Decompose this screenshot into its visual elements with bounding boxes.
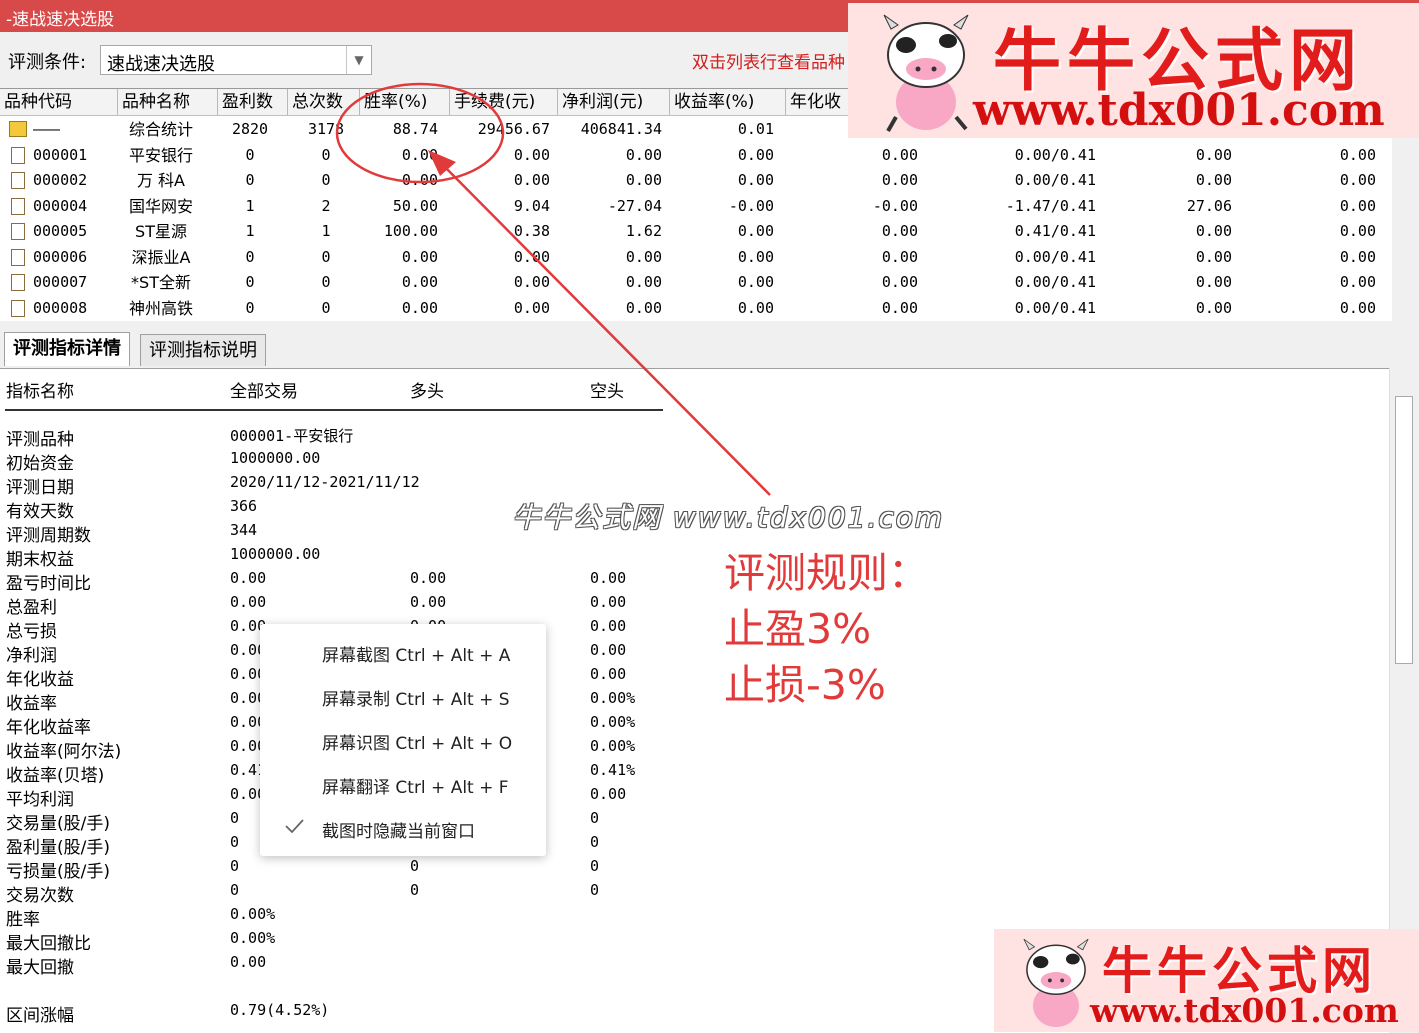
menu-item-record[interactable]: 屏幕录制 Ctrl + Alt + S — [260, 674, 546, 718]
logo-url: www.tdx001.com — [973, 85, 1385, 136]
cow-mascot-icon — [883, 14, 969, 132]
menu-item-label: 屏幕翻译 Ctrl + Alt + F — [322, 778, 509, 798]
cow-mascot-icon — [1023, 938, 1089, 1028]
site-logo-bottom: 牛牛公式网 www.tdx001.com — [994, 929, 1419, 1032]
site-logo-top: 牛牛公式网 www.tdx001.com — [848, 3, 1419, 138]
watermark: 牛牛公式网 www.tdx001.com — [512, 501, 945, 534]
menu-item-label: 屏幕截图 Ctrl + Alt + A — [322, 646, 511, 666]
menu-item-ocr[interactable]: 屏幕识图 Ctrl + Alt + O — [260, 718, 546, 762]
rule-annotation: 评测规则： 止盈3% 止损-3% — [724, 545, 929, 713]
menu-item-translate[interactable]: 屏幕翻译 Ctrl + Alt + F — [260, 762, 546, 806]
menu-item-label: 截图时隐藏当前窗口 — [322, 822, 475, 842]
check-icon — [285, 819, 304, 834]
context-menu: 屏幕截图 Ctrl + Alt + A 屏幕录制 Ctrl + Alt + S … — [260, 624, 546, 856]
menu-item-hide-window[interactable]: 截图时隐藏当前窗口 — [260, 806, 546, 850]
arrow-line — [435, 157, 771, 496]
highlight-ellipse — [335, 82, 505, 184]
rule-title: 评测规则： — [724, 549, 929, 597]
menu-item-label: 屏幕录制 Ctrl + Alt + S — [322, 690, 510, 710]
logo-url: www.tdx001.com — [1090, 991, 1399, 1030]
menu-item-screenshot[interactable]: 屏幕截图 Ctrl + Alt + A — [260, 630, 546, 674]
rule-take-profit: 止盈3% — [724, 605, 872, 653]
rule-stop-loss: 止损-3% — [724, 661, 886, 709]
arrow-head — [428, 150, 456, 176]
menu-item-label: 屏幕识图 Ctrl + Alt + O — [322, 734, 513, 754]
